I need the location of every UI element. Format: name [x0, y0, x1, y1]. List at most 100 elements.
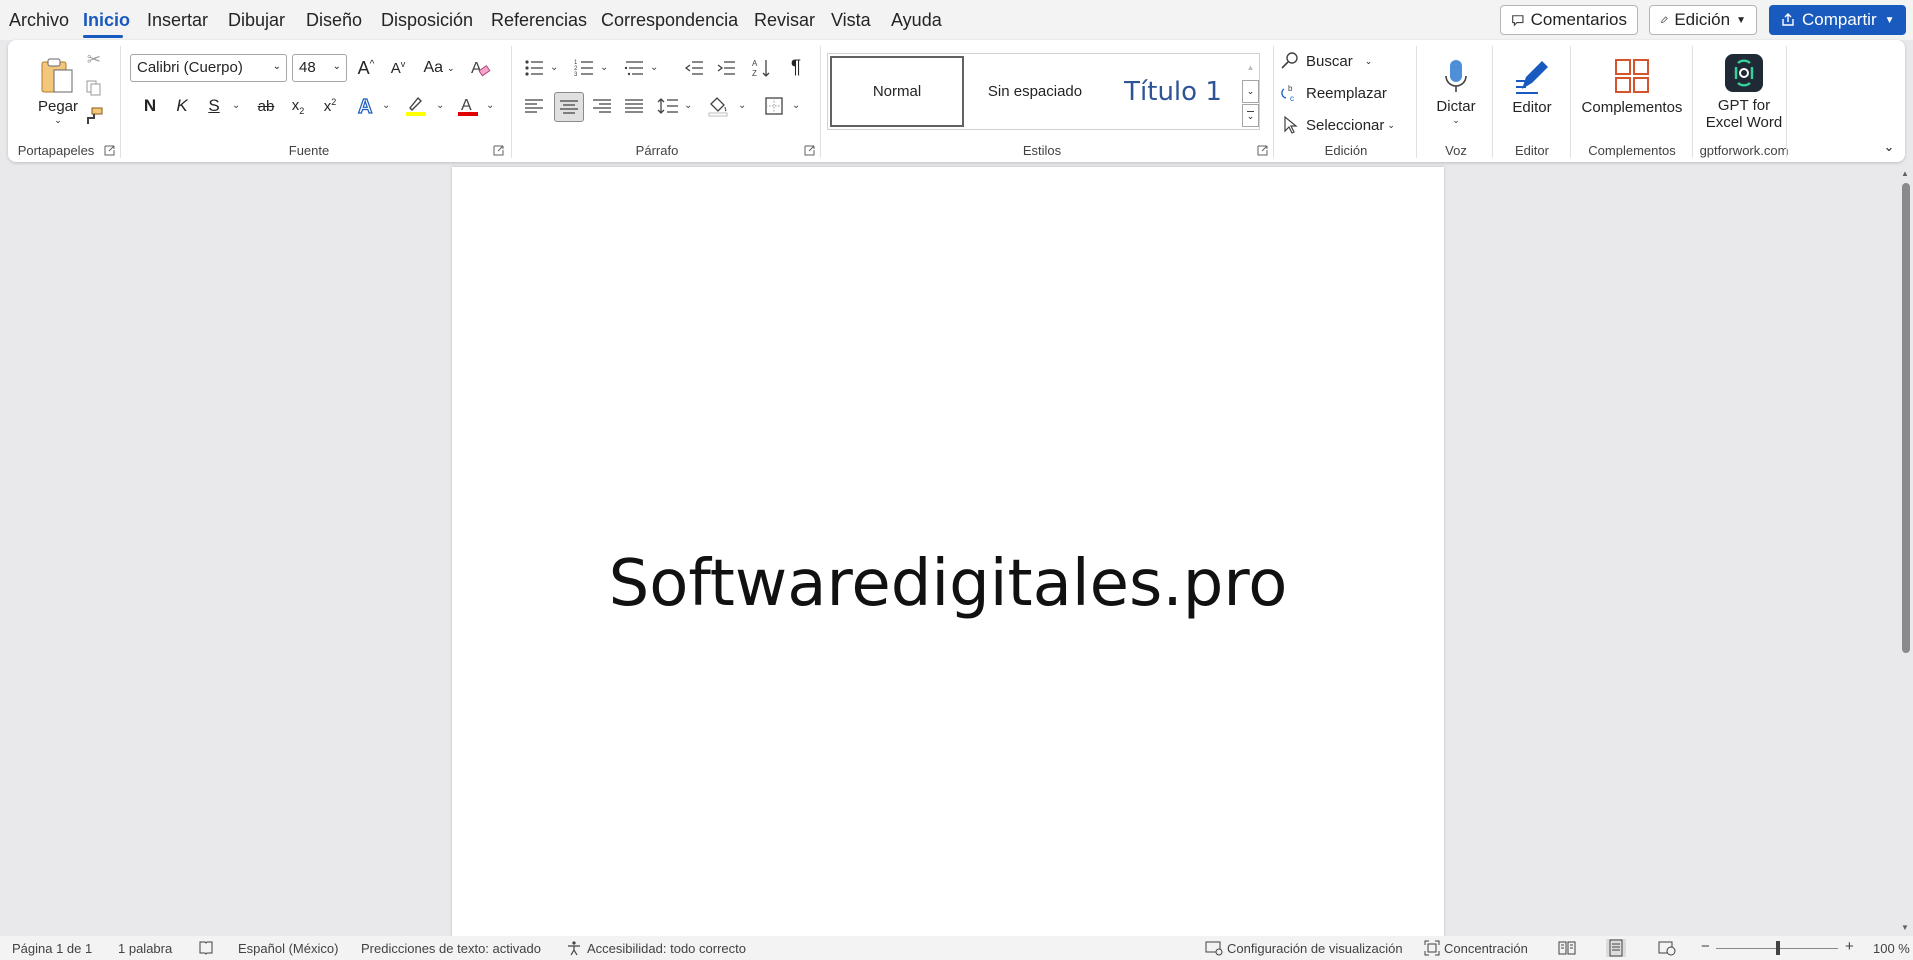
font-size-combo[interactable]: 48 ⌄ — [292, 54, 347, 82]
document-page[interactable]: Softwaredigitales.pro — [452, 167, 1444, 936]
highlight-chevron-icon[interactable]: ⌄ — [436, 100, 444, 111]
tab-archivo[interactable]: Archivo — [9, 10, 69, 31]
word-count[interactable]: 1 palabra — [118, 941, 172, 956]
align-right-button[interactable] — [588, 92, 616, 120]
zoom-in-button[interactable]: + — [1845, 938, 1854, 955]
superscript-button[interactable]: x2 — [316, 92, 344, 120]
copy-button[interactable] — [81, 76, 107, 100]
document-text[interactable]: Softwaredigitales.pro — [452, 547, 1444, 621]
gallery-scroll-up-button[interactable]: ▲ — [1242, 56, 1259, 79]
clipboard-launcher-icon[interactable] — [104, 145, 115, 156]
tab-referencias[interactable]: Referencias — [491, 10, 587, 31]
tab-diseno[interactable]: Diseño — [306, 10, 362, 31]
multilevel-list-button[interactable] — [620, 54, 648, 82]
scrollbar-thumb[interactable] — [1902, 183, 1910, 653]
borders-button[interactable] — [760, 92, 788, 120]
zoom-slider-thumb[interactable] — [1776, 941, 1780, 955]
decrease-indent-button[interactable] — [680, 54, 708, 82]
line-spacing-chevron-icon[interactable]: ⌄ — [684, 100, 692, 111]
vertical-scrollbar[interactable]: ▲ ▼ — [1897, 167, 1913, 936]
numbering-button[interactable]: 123 — [570, 54, 598, 82]
find-button[interactable]: Buscar ⌄ — [1280, 48, 1400, 74]
scroll-down-icon[interactable]: ▼ — [1901, 923, 1909, 932]
paragraph-launcher-icon[interactable] — [804, 145, 815, 156]
italic-button[interactable]: K — [168, 92, 196, 120]
font-color-button[interactable]: A — [452, 92, 484, 120]
select-button[interactable]: Seleccionar ⌄ — [1280, 112, 1410, 138]
grow-font-button[interactable]: A^ — [352, 54, 380, 82]
web-layout-icon[interactable] — [1658, 940, 1676, 956]
show-formatting-button[interactable]: ¶ — [782, 54, 810, 82]
editor-button[interactable]: Editor — [1500, 46, 1564, 126]
tab-correspondencia[interactable]: Correspondencia — [601, 10, 738, 31]
tab-dibujar[interactable]: Dibujar — [228, 10, 285, 31]
zoom-out-button[interactable]: − — [1701, 938, 1710, 955]
focus-mode-icon[interactable] — [1424, 940, 1440, 956]
addins-button[interactable]: Complementos — [1574, 46, 1690, 126]
bullets-button[interactable] — [520, 54, 548, 82]
focus-mode-status[interactable]: Concentración — [1444, 941, 1528, 956]
style-no-spacing[interactable]: Sin espaciado — [968, 56, 1102, 127]
display-settings-icon[interactable] — [1205, 940, 1223, 956]
borders-chevron-icon[interactable]: ⌄ — [792, 100, 800, 111]
scroll-up-icon[interactable]: ▲ — [1901, 169, 1909, 178]
proofing-book-icon[interactable] — [198, 940, 214, 956]
accessibility-icon[interactable] — [566, 940, 582, 956]
language-status[interactable]: Español (México) — [238, 941, 338, 956]
read-mode-icon[interactable] — [1558, 940, 1576, 956]
zoom-level[interactable]: 100 % — [1873, 941, 1910, 956]
cut-button[interactable]: ✂ — [81, 48, 107, 72]
print-layout-icon[interactable] — [1606, 939, 1626, 957]
highlight-button[interactable] — [398, 92, 434, 120]
comments-button[interactable]: Comentarios — [1500, 5, 1638, 35]
underline-button[interactable]: S — [200, 92, 228, 120]
page-count[interactable]: Página 1 de 1 — [12, 941, 92, 956]
increase-indent-button[interactable] — [712, 54, 740, 82]
paste-button[interactable]: Pegar ⌄ — [28, 46, 88, 136]
gallery-scroll-down-button[interactable]: ⌄ — [1242, 80, 1259, 103]
font-launcher-icon[interactable] — [493, 145, 504, 156]
group-label-addins: Complementos — [1588, 143, 1676, 158]
strikethrough-button[interactable]: ab — [252, 92, 280, 120]
styles-launcher-icon[interactable] — [1257, 145, 1268, 156]
text-effects-button[interactable]: A — [352, 92, 380, 120]
tab-insertar[interactable]: Insertar — [147, 10, 208, 31]
multilevel-chevron-icon[interactable]: ⌄ — [650, 62, 658, 73]
tab-ayuda[interactable]: Ayuda — [891, 10, 942, 31]
font-name-combo[interactable]: Calibri (Cuerpo) ⌄ — [130, 54, 287, 82]
underline-chevron-icon[interactable]: ⌄ — [232, 100, 240, 111]
justify-button[interactable] — [620, 92, 648, 120]
tab-vista[interactable]: Vista — [831, 10, 871, 31]
bold-button[interactable]: N — [136, 92, 164, 120]
change-case-button[interactable]: Aa ⌄ — [418, 54, 460, 82]
sort-button[interactable]: AZ — [748, 54, 776, 82]
display-settings-status[interactable]: Configuración de visualización — [1227, 941, 1403, 956]
shading-button[interactable] — [704, 92, 732, 120]
bullets-chevron-icon[interactable]: ⌄ — [550, 62, 558, 73]
subscript-button[interactable]: x2 — [284, 92, 312, 120]
text-predictions-status[interactable]: Predicciones de texto: activado — [361, 941, 541, 956]
replace-button[interactable]: bc Reemplazar — [1280, 80, 1410, 106]
clear-formatting-button[interactable]: A — [466, 54, 494, 82]
format-painter-button[interactable] — [81, 104, 107, 128]
style-normal[interactable]: Normal — [830, 56, 964, 127]
tab-disposicion[interactable]: Disposición — [381, 10, 473, 31]
shrink-font-button[interactable]: Av — [384, 54, 412, 82]
align-center-button[interactable] — [554, 92, 584, 122]
style-heading-1[interactable]: Título 1 — [1106, 56, 1240, 127]
numbering-chevron-icon[interactable]: ⌄ — [600, 62, 608, 73]
editing-mode-button[interactable]: Edición ▼ — [1649, 5, 1757, 35]
tab-revisar[interactable]: Revisar — [754, 10, 815, 31]
share-button[interactable]: Compartir ▼ — [1769, 5, 1906, 35]
line-spacing-button[interactable] — [654, 92, 682, 120]
gpt-for-work-button[interactable]: GPT for Excel Word — [1696, 46, 1792, 138]
accessibility-status[interactable]: Accesibilidad: todo correcto — [587, 941, 746, 956]
text-effects-chevron-icon[interactable]: ⌄ — [382, 100, 390, 111]
collapse-ribbon-button[interactable]: ⌄ — [1880, 138, 1898, 156]
font-color-chevron-icon[interactable]: ⌄ — [486, 100, 494, 111]
align-left-button[interactable] — [520, 92, 548, 120]
tab-inicio[interactable]: Inicio — [83, 10, 130, 31]
gallery-expand-button[interactable]: ⌄ — [1242, 104, 1259, 127]
dictate-button[interactable]: Dictar ⌄ — [1426, 46, 1486, 138]
shading-chevron-icon[interactable]: ⌄ — [738, 100, 746, 111]
